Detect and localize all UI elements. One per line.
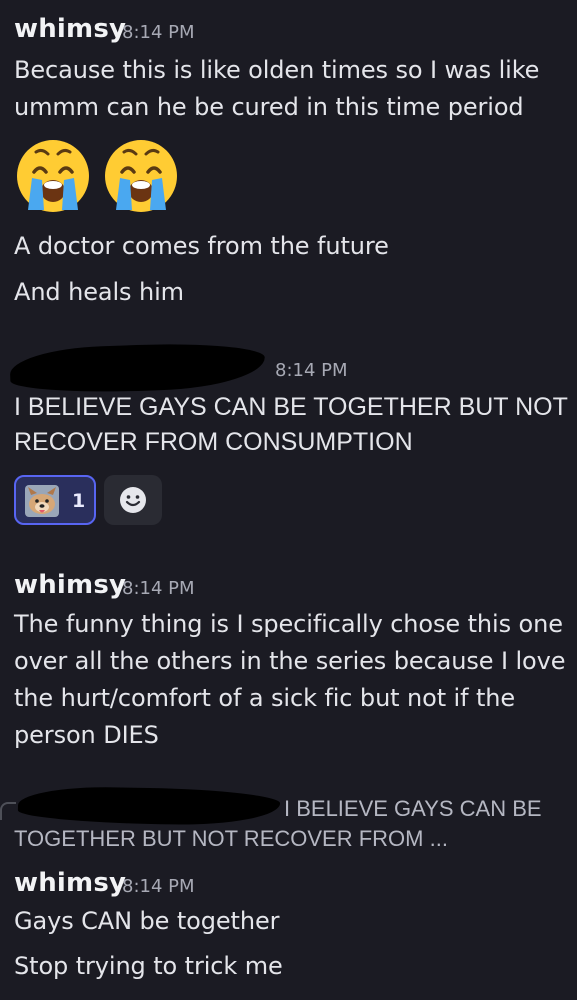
redacted-author-name xyxy=(9,340,266,396)
timestamp: 8:14 PM xyxy=(275,360,348,381)
reply-connector xyxy=(0,802,16,820)
dog-sticker-icon xyxy=(25,485,59,517)
author-name[interactable]: whimsy xyxy=(14,868,126,898)
message-text-line: RECOVER FROM CONSUMPTION xyxy=(14,428,413,456)
loudly-crying-face-icon xyxy=(17,140,89,212)
message-text-line: The funny thing is I specifically chose … xyxy=(14,610,563,638)
message-text-line: Gays CAN be together xyxy=(14,907,280,935)
reply-preview-text: TOGETHER BUT NOT RECOVER FROM ... xyxy=(14,826,448,851)
reaction-dog-sticker[interactable]: 1 xyxy=(14,475,96,525)
redacted-reply-author xyxy=(17,785,281,827)
loudly-crying-face-icon xyxy=(105,140,177,212)
add-reaction-button[interactable] xyxy=(104,475,162,525)
reply-preview-text: I BELIEVE GAYS CAN BE xyxy=(284,796,542,821)
timestamp: 8:14 PM xyxy=(122,876,195,897)
message-text-line: over all the others in the series becaus… xyxy=(14,647,566,675)
message-text-line: ummm can he be cured in this time period xyxy=(14,93,524,121)
author-name[interactable]: whimsy xyxy=(14,570,126,600)
timestamp: 8:14 PM xyxy=(122,22,195,43)
timestamp: 8:14 PM xyxy=(122,578,195,599)
message-text-line: the hurt/comfort of a sick fic but not i… xyxy=(14,684,516,712)
author-name[interactable]: whimsy xyxy=(14,14,126,44)
message-text-line: Stop trying to trick me xyxy=(14,952,283,980)
message-text-line: I BELIEVE GAYS CAN BE TOGETHER BUT NOT xyxy=(14,393,568,421)
message-text-line: A doctor comes from the future xyxy=(14,232,389,260)
message-text-line: And heals him xyxy=(14,278,184,306)
reaction-count: 1 xyxy=(72,490,86,512)
message-text-line: person DIES xyxy=(14,721,159,749)
message-text-line: Because this is like olden times so I wa… xyxy=(14,56,540,84)
add-reaction-smiley-icon xyxy=(120,487,146,513)
loudly-crying-face-emojis xyxy=(17,140,177,212)
